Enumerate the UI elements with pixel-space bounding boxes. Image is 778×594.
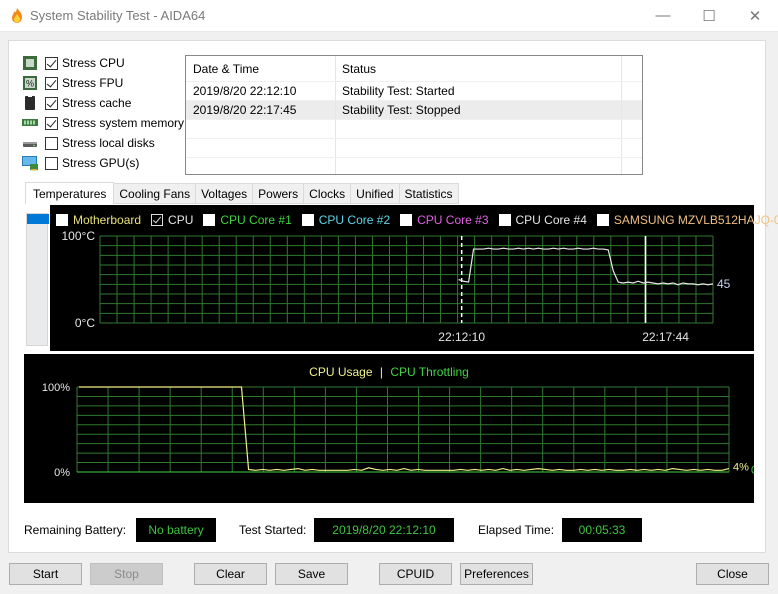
stress-memory-checkbox[interactable] (45, 116, 58, 130)
log-status: Stability Test: Started (336, 82, 622, 100)
tab-clocks[interactable]: Clocks (304, 183, 352, 204)
temperature-chart: 100°C 0°C 22:12:10 22:17:44 45 (62, 229, 731, 344)
maximize-button[interactable]: ☐ (686, 0, 732, 31)
cpu-usage-chart: 100%0%4%0% (42, 382, 754, 479)
empty-row (186, 120, 642, 139)
temperature-chart-panel: Motherboard CPU CPU Core #1 CPU Core #2 CPU … (50, 205, 778, 351)
empty-row (186, 158, 642, 174)
battery-label: Remaining Battery: (24, 523, 127, 537)
stress-cache-checkbox[interactable] (45, 96, 58, 110)
tab-cooling-fans[interactable]: Cooling Fans (114, 183, 197, 204)
stress-cache-label: Stress cache (62, 96, 132, 110)
start-button[interactable]: Start (9, 563, 82, 585)
stress-cpu-checkbox[interactable] (45, 56, 58, 70)
clear-button[interactable]: Clear (194, 563, 267, 585)
stress-cpu-label: Stress CPU (62, 56, 125, 70)
stress-option-fpu[interactable]: % Stress FPU (21, 73, 184, 93)
column-header-datetime[interactable]: Date & Time (186, 56, 336, 81)
log-header: Date & Time Status (186, 56, 642, 82)
cpu-usage-chart-panel: CPU Usage | CPU Throttling 100%0%4%0% (24, 354, 754, 503)
temperature-scrollbar[interactable] (26, 213, 49, 346)
time-marker-label: 22:12:10 (438, 330, 485, 344)
stop-button[interactable]: Stop (90, 563, 163, 585)
fpu-percent-icon: % (23, 76, 37, 90)
save-button[interactable]: Save (275, 563, 348, 585)
tab-voltages[interactable]: Voltages (196, 183, 254, 204)
stress-disks-checkbox[interactable] (45, 136, 58, 150)
series-line-cpu-usage (79, 386, 730, 471)
stress-disks-label: Stress local disks (62, 136, 155, 150)
cpu-throttling-current-label: 0% (751, 465, 754, 477)
svg-text:%: % (26, 79, 34, 89)
stress-fpu-label: Stress FPU (62, 76, 124, 90)
gpu-monitor-icon (22, 156, 38, 171)
stress-option-disks[interactable]: Stress local disks (21, 133, 184, 153)
elapsed-time-value: 00:05:33 (562, 518, 642, 542)
series-line-cpu (458, 247, 714, 286)
y-axis-max-label: 100% (42, 382, 70, 394)
stress-gpu-checkbox[interactable] (45, 156, 58, 170)
table-row[interactable]: 2019/8/20 22:17:45 Stability Test: Stopp… (186, 101, 642, 120)
tab-temperatures[interactable]: Temperatures (25, 182, 115, 204)
elapsed-time-label: Elapsed Time: (478, 523, 555, 537)
tab-powers[interactable]: Powers (253, 183, 305, 204)
stress-option-cache[interactable]: Stress cache (21, 93, 184, 113)
battery-value: No battery (136, 518, 216, 542)
sensor-tabs: Temperatures Cooling Fans Voltages Power… (25, 182, 459, 204)
y-axis-min-label: 0% (54, 467, 70, 479)
log-datetime: 2019/8/20 22:17:45 (186, 101, 336, 119)
window-title: System Stability Test - AIDA64 (30, 8, 206, 23)
log-datetime: 2019/8/20 22:12:10 (186, 82, 336, 100)
tab-unified[interactable]: Unified (351, 183, 400, 204)
current-value-label: 45 (717, 277, 731, 291)
minimize-button[interactable]: — (640, 0, 686, 31)
stress-options: Stress CPU % Stress FPU Stress cache Str… (21, 53, 184, 173)
time-marker-label: 22:17:44 (642, 330, 689, 344)
aida64-flame-icon (12, 8, 22, 23)
column-header-status[interactable]: Status (336, 56, 622, 81)
stress-fpu-checkbox[interactable] (45, 76, 58, 90)
table-row[interactable]: 2019/8/20 22:12:10 Stability Test: Start… (186, 82, 642, 101)
stress-option-gpu[interactable]: Stress GPU(s) (21, 153, 184, 173)
log-status: Stability Test: Stopped (336, 101, 622, 119)
event-log-table[interactable]: Date & Time Status 2019/8/20 22:12:10 St… (185, 55, 643, 175)
empty-row (186, 139, 642, 158)
main-frame: Stress CPU % Stress FPU Stress cache Str… (8, 40, 778, 553)
cpu-usage-current-label: 4% (733, 462, 749, 474)
maximize-icon: ☐ (702, 7, 716, 25)
stress-memory-label: Stress system memory (62, 116, 185, 130)
scrollbar-thumb[interactable] (27, 214, 49, 224)
cpu-chip-icon (23, 56, 37, 70)
close-icon: ✕ (748, 7, 762, 25)
title-bar: System Stability Test - AIDA64 — ☐ ✕ (0, 0, 778, 32)
minimize-icon: — (655, 7, 671, 24)
stress-gpu-label: Stress GPU(s) (62, 156, 140, 170)
stress-option-memory[interactable]: Stress system memory (21, 113, 184, 133)
preferences-button[interactable]: Preferences (460, 563, 533, 585)
y-axis-min-label: 0°C (75, 316, 95, 330)
cache-chip-icon (25, 95, 35, 110)
close-button[interactable]: Close (696, 563, 769, 585)
memory-module-icon (22, 119, 38, 126)
y-axis-max-label: 100°C (62, 229, 96, 243)
tab-statistics[interactable]: Statistics (399, 183, 459, 204)
test-started-label: Test Started: (239, 523, 307, 537)
close-window-button[interactable]: ✕ (732, 0, 778, 31)
test-started-value: 2019/8/20 22:12:10 (314, 518, 454, 542)
cpuid-button[interactable]: CPUID (379, 563, 452, 585)
disk-drive-icon (23, 142, 37, 147)
stress-option-cpu[interactable]: Stress CPU (21, 53, 184, 73)
